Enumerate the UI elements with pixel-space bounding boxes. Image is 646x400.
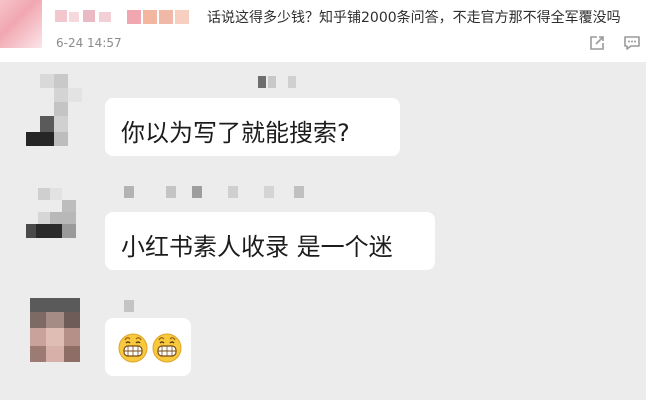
post-text: 话说这得多少钱？知乎铺2000条问答，不走官方那不得全军覆没吗 bbox=[207, 10, 621, 26]
blurred-avatar bbox=[30, 298, 80, 362]
message-text: 小红书素人收录 是一个迷 bbox=[121, 233, 393, 261]
message-bubble: 你以为写了就能搜索? bbox=[105, 98, 400, 156]
post-header: 话说这得多少钱？知乎铺2000条问答，不走官方那不得全军覆没吗 6-24 14:… bbox=[0, 0, 646, 62]
blurred-username bbox=[124, 300, 134, 312]
post-timestamp: 6-24 14:57 bbox=[56, 36, 122, 50]
grinning-face-icon bbox=[152, 333, 182, 363]
blurred-avatar bbox=[26, 188, 76, 238]
blurred-username bbox=[258, 76, 296, 88]
user-avatar[interactable] bbox=[0, 0, 42, 48]
message-bubble: 小红书素人收录 是一个迷 bbox=[105, 212, 435, 270]
chat-area[interactable]: 你以为写了就能搜索? 小红书素人收录 是一个迷 bbox=[0, 62, 646, 400]
redacted-username bbox=[55, 10, 189, 24]
comment-icon[interactable] bbox=[623, 34, 641, 52]
message-text: 你以为写了就能搜索? bbox=[121, 119, 350, 147]
message-bubble bbox=[105, 318, 191, 376]
blurred-username bbox=[124, 186, 304, 198]
share-icon[interactable] bbox=[588, 34, 606, 52]
blurred-avatar bbox=[26, 74, 82, 146]
grinning-face-icon bbox=[118, 333, 148, 363]
